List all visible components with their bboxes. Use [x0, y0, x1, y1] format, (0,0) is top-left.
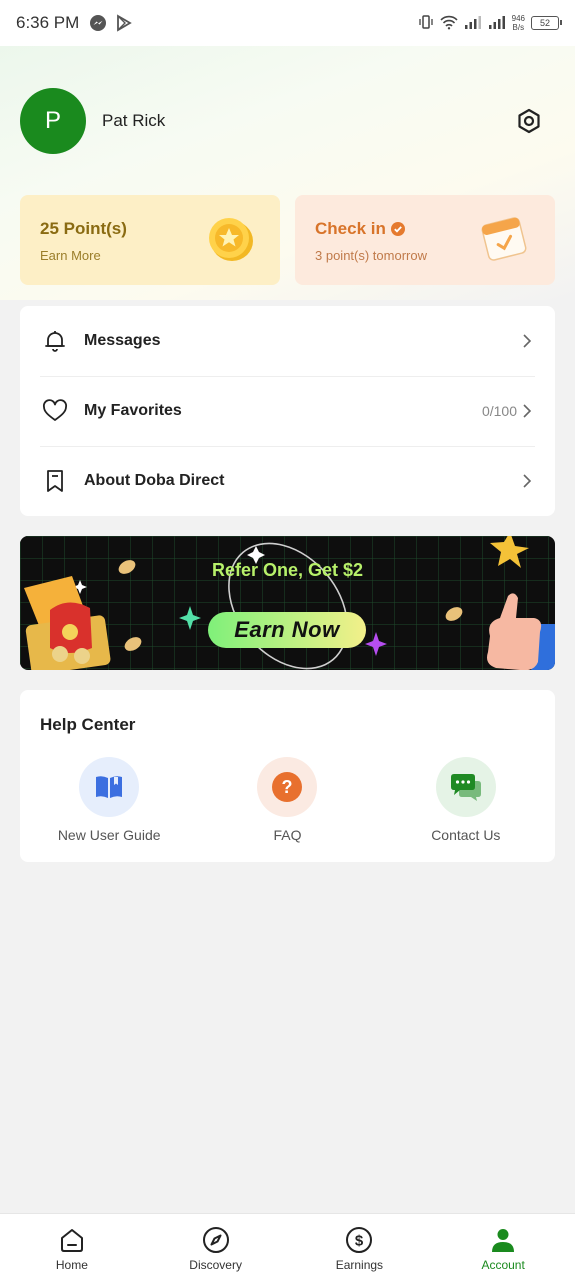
bottom-tab-bar: Home Discovery $ Earnings Account	[0, 1213, 575, 1280]
menu-right-about	[521, 473, 533, 489]
menu-label-messages: Messages	[84, 332, 161, 349]
home-icon	[60, 1229, 83, 1252]
coin-icon	[204, 213, 256, 270]
menu-label-about: About Doba Direct	[84, 472, 225, 489]
checkin-card[interactable]: Check in 3 point(s) tomorrow	[295, 195, 555, 285]
tab-label-discovery: Discovery	[189, 1258, 242, 1272]
earn-now-button[interactable]: Earn Now	[208, 612, 366, 648]
menu-list: Messages My Favorites 0/100 About Doba D…	[20, 306, 555, 516]
wifi-icon	[440, 14, 458, 33]
messenger-icon	[89, 14, 107, 32]
chevron-right-icon	[523, 404, 532, 418]
menu-item-messages[interactable]: Messages	[20, 306, 555, 376]
chevron-right-icon	[523, 334, 532, 348]
tab-earnings[interactable]: $ Earnings	[288, 1214, 432, 1280]
book-icon	[79, 757, 140, 817]
status-bar: 6:36 PM 946 B/s 52	[0, 0, 575, 46]
bell-icon	[42, 328, 68, 354]
heart-icon	[42, 398, 68, 424]
banner-graphics	[20, 536, 555, 670]
tab-label-account: Account	[481, 1258, 525, 1272]
menu-right-favorites: 0/100	[482, 403, 533, 419]
tab-home[interactable]: Home	[0, 1214, 144, 1280]
banner-title: Refer One, Get $2	[211, 560, 364, 580]
status-time: 6:36 PM	[16, 13, 80, 32]
checkin-title: Check in	[315, 219, 386, 238]
play-store-icon	[115, 14, 133, 32]
favorites-count: 0/100	[481, 403, 517, 419]
question-icon: ?	[257, 757, 318, 817]
compass-icon	[202, 1227, 229, 1253]
bookmark-icon	[42, 468, 68, 494]
help-item-new-user-guide[interactable]: New User Guide	[20, 757, 198, 843]
vibrate-icon	[418, 14, 434, 33]
help-label-contact-us: Contact Us	[431, 827, 501, 843]
checkmark-badge-icon	[390, 222, 405, 236]
tab-label-home: Home	[55, 1258, 88, 1272]
help-label-faq: FAQ	[273, 827, 302, 843]
settings-icon	[518, 108, 540, 134]
signal-icon-1	[464, 15, 482, 32]
avatar-letter: P	[44, 107, 61, 134]
svg-text:$: $	[355, 1233, 364, 1250]
menu-item-favorites[interactable]: My Favorites 0/100	[20, 376, 555, 446]
network-speed-value: 946	[511, 14, 525, 23]
svg-text:?: ?	[282, 777, 293, 797]
help-center-items: New User Guide ? FAQ Contact Us	[20, 757, 555, 843]
battery-icon: 52	[531, 16, 562, 30]
menu-right-messages	[521, 333, 533, 349]
tab-account[interactable]: Account	[431, 1214, 575, 1280]
signal-icon-2	[488, 15, 506, 32]
person-icon	[492, 1229, 515, 1252]
user-name[interactable]: Pat Rick	[102, 111, 165, 131]
network-speed: 946 B/s	[512, 14, 525, 32]
menu-label-favorites: My Favorites	[84, 402, 182, 419]
points-card[interactable]: 25 Point(s) Earn More	[20, 195, 280, 285]
help-item-contact-us[interactable]: Contact Us	[377, 757, 555, 843]
chevron-right-icon	[523, 474, 532, 488]
menu-item-about[interactable]: About Doba Direct	[20, 446, 555, 516]
chat-icon	[435, 757, 496, 817]
settings-button[interactable]	[511, 103, 547, 139]
tab-label-earnings: Earnings	[335, 1258, 384, 1272]
help-center: Help Center New User Guide ? FAQ Contact…	[20, 690, 555, 862]
referral-banner[interactable]: Refer One, Get $2 Earn Now	[20, 536, 555, 670]
dollar-icon: $	[346, 1227, 373, 1253]
help-label-new-user-guide: New User Guide	[57, 827, 161, 843]
profile-header: P Pat Rick	[20, 88, 555, 154]
avatar[interactable]: P	[20, 88, 86, 154]
help-center-title: Help Center	[40, 715, 136, 734]
help-item-faq[interactable]: ? FAQ	[198, 757, 376, 843]
calendar-icon	[477, 213, 531, 270]
battery-level: 52	[539, 18, 550, 28]
tab-discovery[interactable]: Discovery	[144, 1214, 288, 1280]
network-speed-unit: B/s	[512, 23, 525, 32]
